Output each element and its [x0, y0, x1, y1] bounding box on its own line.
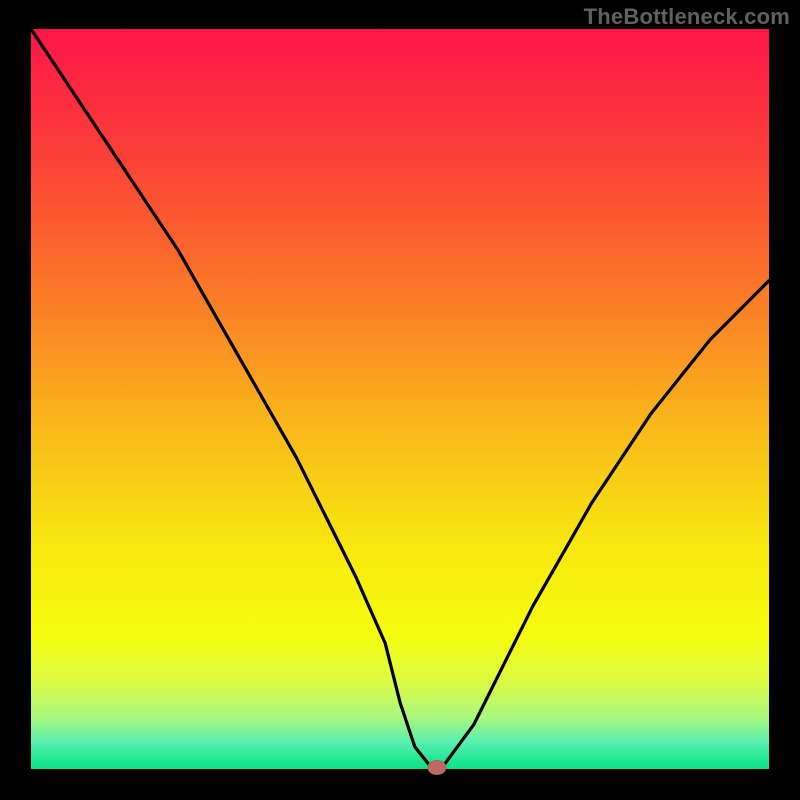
- minimum-marker: [428, 761, 446, 775]
- chart-frame: { "watermark": "TheBottleneck.com", "col…: [0, 0, 800, 800]
- watermark-text: TheBottleneck.com: [584, 4, 790, 30]
- plot-background: [31, 29, 769, 769]
- bottleneck-chart: [0, 0, 800, 800]
